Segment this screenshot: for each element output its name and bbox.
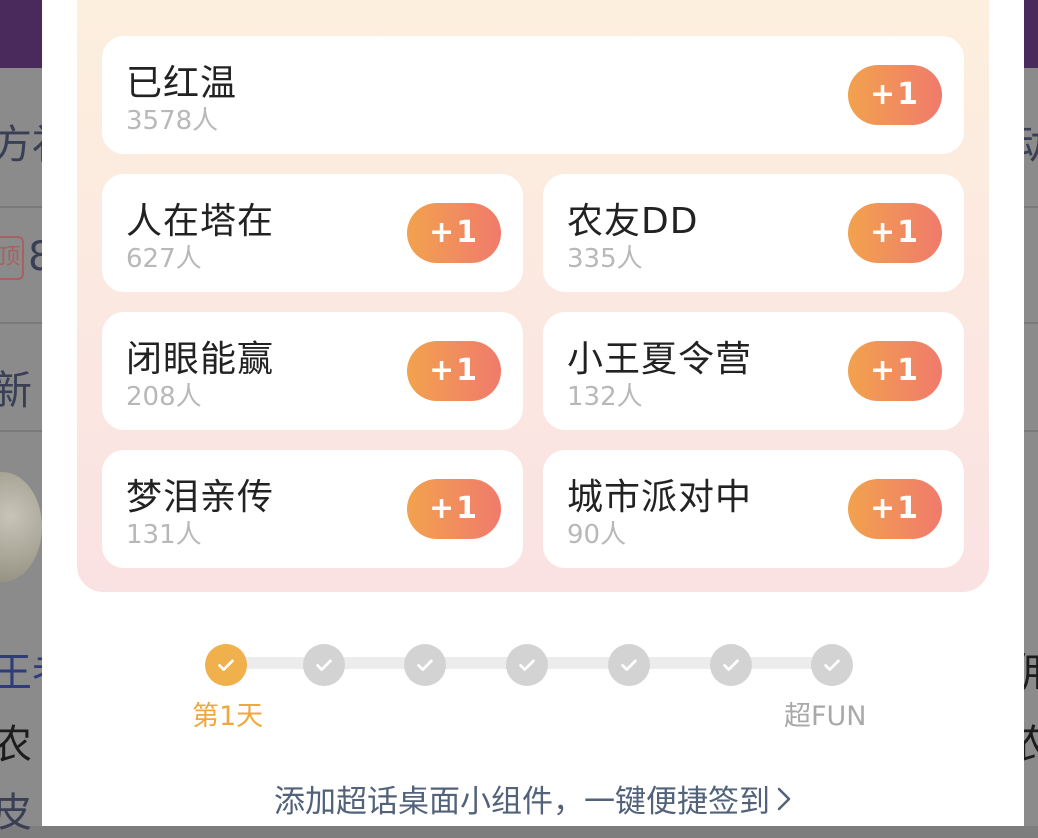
plus-one-button[interactable]: +1 (848, 479, 942, 539)
team-name: 梦泪亲传 (126, 477, 275, 518)
plus-one-button[interactable]: +1 (407, 203, 501, 263)
check-icon (608, 644, 650, 686)
background-text: 新 (0, 368, 32, 414)
team-card[interactable]: 小王夏令营 132人 +1 (543, 312, 964, 430)
check-icon (404, 644, 446, 686)
team-member-count: 90人 (567, 520, 627, 550)
step-label-end: 超FUN (784, 701, 867, 732)
add-widget-link-label: 添加超话桌面小组件，一键便捷签到 (274, 784, 770, 820)
plus-one-button[interactable]: +1 (848, 341, 942, 401)
background-text: 农 (0, 722, 32, 768)
add-widget-link[interactable]: 添加超话桌面小组件，一键便捷签到 (42, 776, 1024, 821)
team-card[interactable]: 已红温 3578人 +1 (102, 36, 964, 154)
team-card[interactable]: 人在塔在 627人 +1 (102, 174, 523, 292)
check-icon (811, 644, 853, 686)
step-label-start: 第1天 (192, 701, 264, 732)
team-member-count: 132人 (567, 382, 643, 412)
chevron-right-icon (776, 784, 792, 820)
checkin-modal: 已红温 3578人 +1 人在塔在 627人 +1 农友DD 335人 +1 闭… (42, 0, 1024, 826)
team-name: 闭眼能赢 (126, 339, 275, 380)
check-icon (506, 644, 548, 686)
team-member-count: 131人 (126, 520, 202, 550)
check-icon (205, 644, 247, 686)
team-panel: 已红温 3578人 +1 人在塔在 627人 +1 农友DD 335人 +1 闭… (77, 0, 989, 592)
team-card[interactable]: 闭眼能赢 208人 +1 (102, 312, 523, 430)
plus-one-button[interactable]: +1 (407, 341, 501, 401)
team-member-count: 627人 (126, 244, 202, 274)
team-name: 人在塔在 (126, 201, 275, 242)
team-member-count: 335人 (567, 244, 643, 274)
team-name: 城市派对中 (567, 477, 753, 518)
background-text: 皮 (0, 790, 32, 836)
check-icon (710, 644, 752, 686)
team-member-count: 3578人 (126, 106, 219, 136)
team-name: 农友DD (567, 201, 699, 242)
plus-one-button[interactable]: +1 (848, 203, 942, 263)
team-card[interactable]: 城市派对中 90人 +1 (543, 450, 964, 568)
pinned-badge: 顶 (0, 236, 24, 280)
plus-one-button[interactable]: +1 (848, 65, 942, 125)
team-card[interactable]: 梦泪亲传 131人 +1 (102, 450, 523, 568)
team-card[interactable]: 农友DD 335人 +1 (543, 174, 964, 292)
team-name: 已红温 (126, 63, 238, 104)
team-name: 小王夏令营 (567, 339, 753, 380)
check-icon (303, 644, 345, 686)
plus-one-button[interactable]: +1 (407, 479, 501, 539)
team-member-count: 208人 (126, 382, 202, 412)
